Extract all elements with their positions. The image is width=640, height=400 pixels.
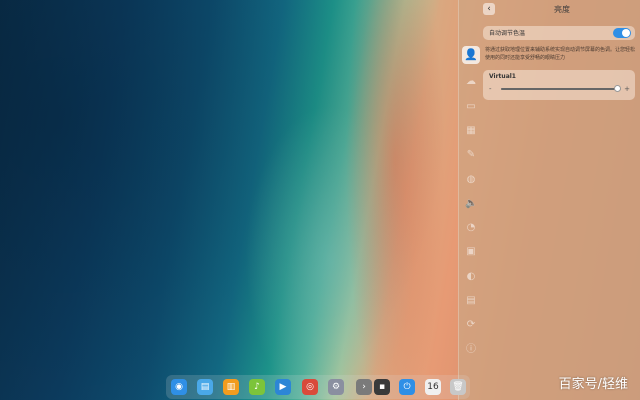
auto-color-temp-row: 自动调节色温 — [483, 26, 635, 40]
sound-icon[interactable]: 🔈 — [465, 198, 477, 210]
terminal-icon[interactable]: ▪ — [374, 379, 390, 395]
toggle-knob — [622, 29, 630, 37]
personalization-icon[interactable]: ✎ — [465, 149, 477, 161]
auto-color-temp-description: 将通过获取地理位置来辅助系统实现自动调节屏幕的色调。让您轻松使用的同时还能享受舒… — [485, 47, 636, 61]
account-icon[interactable]: 👤 — [462, 46, 480, 64]
dock: ◉ ▤ ▥ ♪ ▶ ◎ ⚙ › ▪ ⏻ 16 🗑 — [166, 375, 470, 399]
settings-icon-rail: 👤 ☁ ▭ ▦ ✎ ◍ 🔈 ◔ ▣ ◐ ▤ ⟳ ⓘ — [459, 0, 483, 400]
launcher-icon[interactable]: ◉ — [171, 379, 187, 395]
watermark: 百家号/轻维 — [558, 377, 628, 392]
keyboard-icon[interactable]: ▤ — [465, 295, 477, 307]
chrome-icon[interactable]: ◎ — [302, 379, 318, 395]
control-center-panel: 👤 ☁ ▭ ▦ ✎ ◍ 🔈 ◔ ▣ ◐ ▤ ⟳ ⓘ ‹ 亮度 自动调节色温 将通过获取地理位置来辅助系统… — [458, 0, 640, 400]
display-icon[interactable]: ▭ — [465, 101, 477, 113]
network-icon[interactable]: ◍ — [465, 174, 477, 186]
settings-icon[interactable]: ⚙ — [328, 379, 344, 395]
time-icon[interactable]: ◔ — [465, 222, 477, 234]
brightness-card: Virtual1 - + — [483, 70, 635, 100]
slider-fill — [501, 88, 618, 90]
arrow-icon[interactable]: › — [356, 379, 372, 395]
cloud-icon[interactable]: ☁ — [465, 76, 477, 88]
music-icon[interactable]: ♪ — [249, 379, 265, 395]
video-icon[interactable]: ▶ — [275, 379, 291, 395]
auto-color-temp-label: 自动调节色温 — [489, 30, 526, 37]
slider-thumb[interactable] — [614, 85, 622, 92]
datetime-icon[interactable]: 16 — [425, 379, 441, 395]
file-manager-icon[interactable]: ▤ — [197, 379, 213, 395]
page-title: 亮度 — [554, 5, 570, 14]
power-icon[interactable]: ⏻ — [399, 379, 415, 395]
calendar-icon[interactable]: ▦ — [465, 125, 477, 137]
display-name: Virtual1 — [489, 73, 516, 80]
update-icon[interactable]: ⟳ — [465, 319, 477, 331]
mouse-icon[interactable]: ◐ — [465, 271, 477, 283]
auto-color-temp-toggle[interactable] — [613, 28, 631, 38]
app-store-icon[interactable]: ▥ — [223, 379, 239, 395]
brightness-slider[interactable] — [501, 85, 622, 92]
trash-icon[interactable]: 🗑 — [450, 379, 466, 395]
power-icon[interactable]: ▣ — [465, 246, 477, 258]
brightness-decrease-icon: - — [489, 85, 492, 93]
info-icon[interactable]: ⓘ — [465, 344, 477, 356]
brightness-increase-icon: + — [624, 85, 630, 93]
